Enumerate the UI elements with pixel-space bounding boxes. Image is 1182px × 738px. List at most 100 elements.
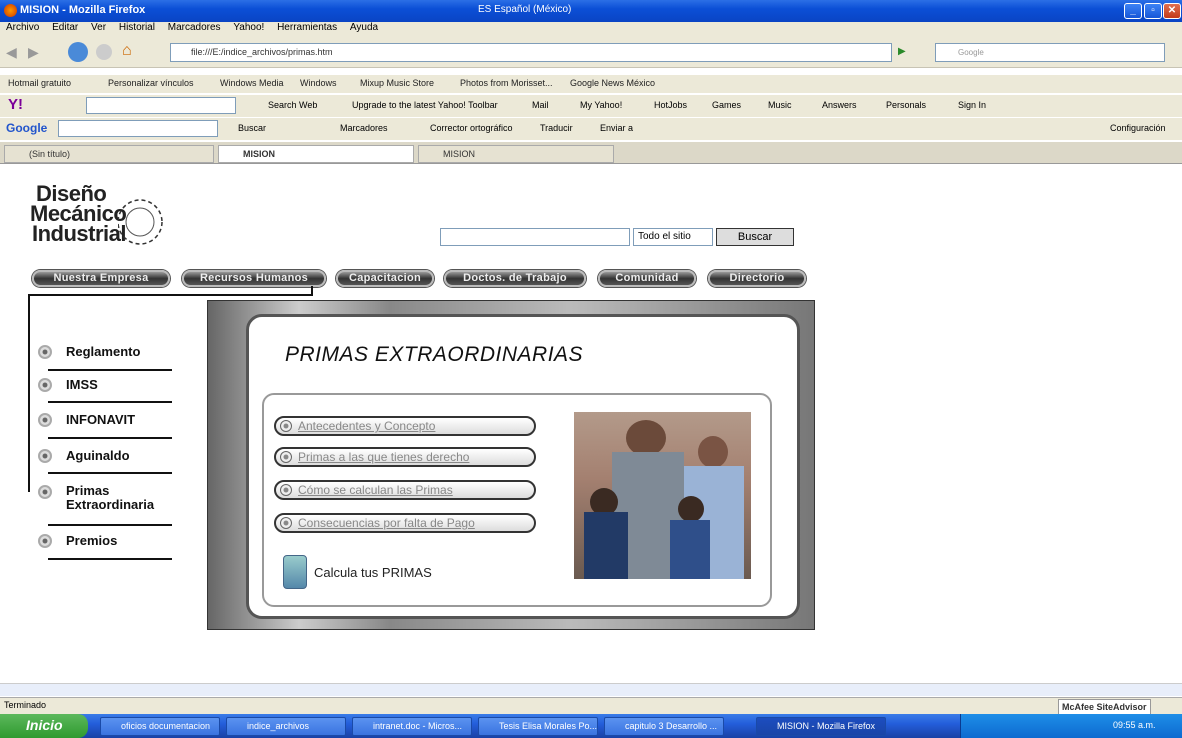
task-firefox[interactable]: MISION - Mozilla Firefox — [756, 717, 886, 736]
horizontal-scrollbar[interactable] — [0, 683, 1182, 696]
bullet-icon — [280, 451, 292, 463]
task-intranet[interactable]: intranet.doc - Micros... — [352, 717, 472, 736]
firefox-icon — [4, 4, 17, 17]
yahoo-personals[interactable]: Personals — [886, 100, 926, 110]
clock[interactable]: 09:55 a.m. — [1113, 720, 1156, 730]
menu-ayuda[interactable]: Ayuda — [350, 22, 378, 33]
window-title: MISION - Mozilla Firefox — [20, 4, 146, 16]
stop-icon[interactable] — [96, 44, 112, 60]
yahoo-toolbar: Y! Search Web Upgrade to the latest Yaho… — [0, 95, 1182, 117]
nav-comunidad[interactable]: Comunidad — [598, 270, 696, 287]
bullet-icon — [38, 449, 52, 463]
nav-doctos-trabajo[interactable]: Doctos. de Trabajo — [444, 270, 586, 287]
home-icon[interactable]: ⌂ — [122, 42, 132, 60]
divider — [48, 437, 172, 439]
site-search-input[interactable] — [440, 228, 630, 246]
maximize-button[interactable]: ▫ — [1144, 3, 1162, 19]
bookmark-photos[interactable]: Photos from Morisset... — [460, 78, 553, 88]
menu-yahoo[interactable]: Yahoo! — [233, 22, 264, 33]
language-indicator[interactable]: ES Español (México) — [478, 4, 571, 15]
go-icon[interactable]: ▶ — [898, 46, 906, 57]
tab-mision-active[interactable]: MISION — [218, 145, 414, 163]
divider — [48, 472, 172, 474]
bookmark-windows[interactable]: Windows — [300, 78, 337, 88]
navigation-toolbar: ◀ ▶ ⌂ file:///E:/indice_archivos/primas.… — [0, 38, 1182, 68]
nav-recursos-humanos[interactable]: Recursos Humanos — [182, 270, 326, 287]
yahoo-music[interactable]: Music — [768, 100, 792, 110]
yahoo-answers[interactable]: Answers — [822, 100, 857, 110]
google-marcadores[interactable]: Marcadores — [340, 123, 388, 133]
calc-link[interactable]: Calcula tus PRIMAS — [314, 565, 432, 580]
bookmark-mixup[interactable]: Mixup Music Store — [360, 78, 434, 88]
search-button[interactable]: Buscar — [716, 228, 794, 246]
forward-icon[interactable]: ▶ — [28, 44, 39, 61]
google-search-input[interactable] — [58, 120, 218, 137]
start-button[interactable]: Inicio — [0, 714, 88, 738]
yahoo-logo[interactable]: Y! — [8, 96, 23, 113]
google-settings[interactable]: Configuración — [1110, 123, 1166, 133]
calculator-icon[interactable] — [283, 555, 307, 589]
bullet-icon — [280, 517, 292, 529]
tab-mision[interactable]: MISION — [418, 145, 614, 163]
yahoo-search-input[interactable] — [86, 97, 236, 114]
option-como-calculan[interactable]: Cómo se calculan las Primas — [274, 480, 536, 500]
option-primas-derecho[interactable]: Primas a las que tienes derecho — [274, 447, 536, 467]
tab-sin-titulo[interactable]: (Sin título) — [4, 145, 214, 163]
yahoo-signin[interactable]: Sign In — [958, 100, 986, 110]
nav-connector-vertical — [28, 294, 30, 492]
url-field[interactable]: file:///E:/indice_archivos/primas.htm — [170, 43, 892, 62]
bullet-icon — [38, 534, 52, 548]
task-tesis[interactable]: Tesis Elisa Morales Po... — [478, 717, 598, 736]
nav-connector-horizontal — [28, 294, 313, 296]
google-toolbar: Google Buscar Marcadores Corrector ortog… — [0, 118, 1182, 140]
divider — [48, 401, 172, 403]
google-buscar[interactable]: Buscar — [238, 123, 266, 133]
bookmark-windows-media[interactable]: Windows Media — [220, 78, 284, 88]
search-scope-select[interactable]: Todo el sitio — [633, 228, 713, 246]
nav-nuestra-empresa[interactable]: Nuestra Empresa — [32, 270, 170, 287]
close-button[interactable]: ✕ — [1163, 3, 1181, 19]
bookmark-personalizar[interactable]: Personalizar vínculos — [108, 78, 194, 88]
menu-editar[interactable]: Editar — [52, 22, 78, 33]
bullet-icon — [280, 420, 292, 432]
menu-herramientas[interactable]: Herramientas — [277, 22, 337, 33]
option-antecedentes[interactable]: Antecedentes y Concepto — [274, 416, 536, 436]
status-bar: Terminado McAfee SiteAdvisor — [0, 697, 1182, 716]
search-engine-field[interactable]: Google — [935, 43, 1165, 62]
menu-ver[interactable]: Ver — [91, 22, 106, 33]
bookmark-hotmail[interactable]: Hotmail gratuito — [8, 78, 71, 88]
divider — [48, 558, 172, 560]
site-logo[interactable]: Diseño Mecánico Industrial — [30, 183, 127, 245]
google-corrector[interactable]: Corrector ortográfico — [430, 123, 513, 133]
nav-capacitacion[interactable]: Capacitacion — [336, 270, 434, 287]
yahoo-search-web[interactable]: Search Web — [268, 100, 317, 110]
google-enviar[interactable]: Enviar a — [600, 123, 633, 133]
yahoo-mail[interactable]: Mail — [532, 100, 549, 110]
bookmark-google-news[interactable]: Google News México — [570, 78, 655, 88]
menu-archivo[interactable]: Archivo — [6, 22, 39, 33]
yahoo-my-yahoo[interactable]: My Yahoo! — [580, 100, 622, 110]
bullet-icon — [38, 378, 52, 392]
task-oficios[interactable]: oficios documentacion — [100, 717, 220, 736]
task-capitulo[interactable]: capitulo 3 Desarrollo ... — [604, 717, 724, 736]
sidebar-item-primas[interactable]: Primas Extraordinaria — [38, 483, 178, 523]
back-icon[interactable]: ◀ — [6, 44, 17, 61]
menu-historial[interactable]: Historial — [119, 22, 155, 33]
gear-icon — [118, 199, 163, 245]
taskbar: Inicio oficios documentacion indice_arch… — [0, 714, 1182, 738]
yahoo-upgrade[interactable]: Upgrade to the latest Yahoo! Toolbar — [352, 100, 498, 110]
minimize-button[interactable]: _ — [1124, 3, 1142, 19]
nav-directorio[interactable]: Directorio — [708, 270, 806, 287]
yahoo-games[interactable]: Games — [712, 100, 741, 110]
menu-marcadores[interactable]: Marcadores — [168, 22, 221, 33]
yahoo-hotjobs[interactable]: HotJobs — [654, 100, 687, 110]
tab-bar: (Sin título) MISION MISION — [0, 142, 1182, 164]
google-traducir[interactable]: Traducir — [540, 123, 573, 133]
bookmarks-toolbar: Hotmail gratuito Personalizar vínculos W… — [0, 75, 1182, 93]
status-text: Terminado — [4, 700, 47, 710]
bullet-icon — [38, 413, 52, 427]
google-logo[interactable]: Google — [6, 121, 47, 135]
option-consecuencias[interactable]: Consecuencias por falta de Pago — [274, 513, 536, 533]
task-indice[interactable]: indice_archivos — [226, 717, 346, 736]
reload-icon[interactable] — [68, 42, 88, 62]
